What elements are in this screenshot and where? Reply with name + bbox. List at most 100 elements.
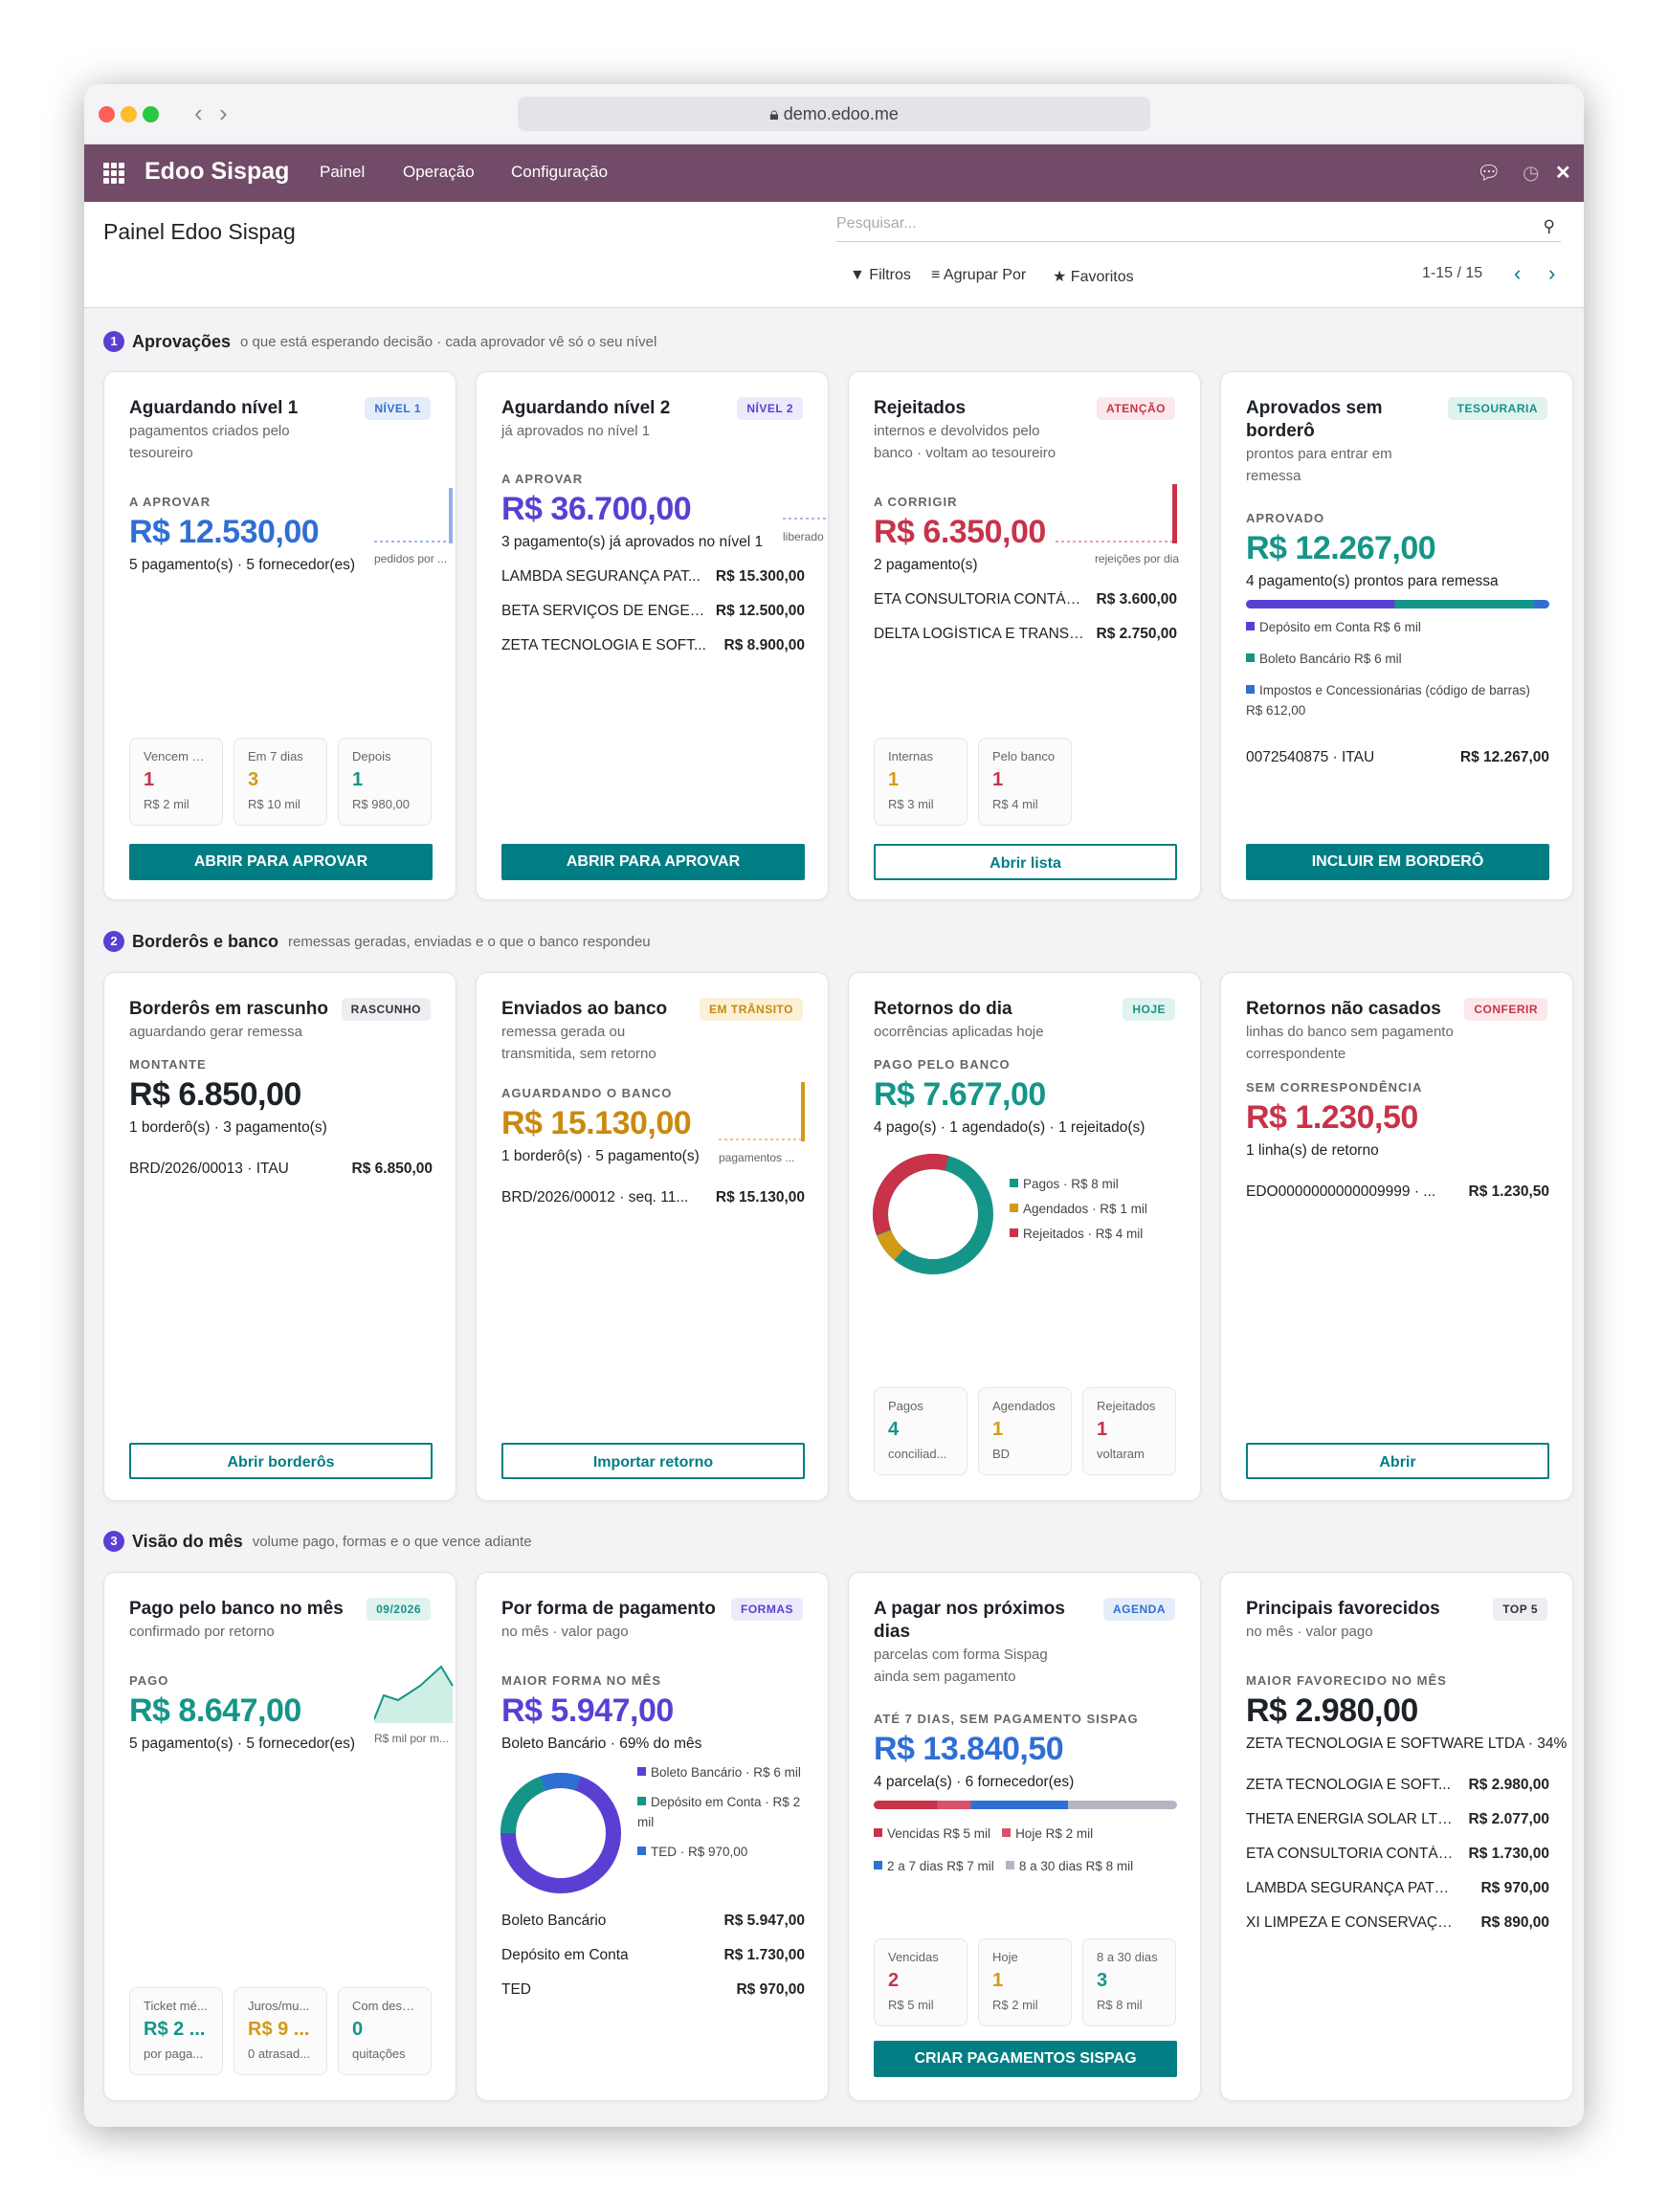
list-item[interactable]: Boleto Bancário R$ 5.947,00 (501, 1913, 805, 1935)
area-chart (374, 1665, 454, 1723)
filters-label: Filtros (869, 267, 911, 283)
list-item[interactable]: 0072540875 · ITAU R$ 12.267,00 (1246, 749, 1549, 771)
filter-icon: ▼ (850, 267, 865, 283)
list-item[interactable]: BRD/2026/00013 · ITAU R$ 6.850,00 (129, 1161, 433, 1183)
status-badge: TOP 5 (1493, 1598, 1547, 1621)
status-badge: ATENÇÃO (1097, 397, 1175, 420)
open-list-button[interactable]: Abrir lista (874, 844, 1177, 880)
stat-box: Vencem h... 1 R$ 2 mil (129, 738, 223, 826)
row-name: XI LIMPEZA E CONSERVAÇÃO ... (1246, 1914, 1457, 1931)
open-to-approve-button[interactable]: ABRIR PARA APROVAR (129, 844, 433, 880)
list-item[interactable]: EDO0000000000009999 · ... R$ 1.230,50 (1246, 1183, 1549, 1206)
card-description: remessa gerada ou transmitida, sem retor… (501, 1024, 656, 1062)
list-item[interactable]: BRD/2026/00012 · seq. 11... R$ 15.130,00 (501, 1189, 805, 1211)
legend-swatch (1010, 1204, 1018, 1212)
address-bar[interactable]: 🔒︎ demo.edoo.me (518, 97, 1150, 131)
status-badge: NÍVEL 2 (737, 397, 803, 420)
list-item[interactable]: XI LIMPEZA E CONSERVAÇÃO ... R$ 890,00 (1246, 1914, 1549, 1936)
group-by-button[interactable]: ≡ Agrupar Por (931, 267, 1026, 284)
stat-label: Internas (888, 749, 933, 763)
pager-prev-icon[interactable]: ‹ (1514, 261, 1521, 286)
open-button[interactable]: Abrir (1246, 1443, 1549, 1479)
open-borderos-button[interactable]: Abrir borderôs (129, 1443, 433, 1479)
back-arrow-icon[interactable]: ‹ (194, 99, 203, 128)
app-brand[interactable]: Edoo Sispag (145, 158, 289, 186)
include-in-bordero-button[interactable]: INCLUIR EM BORDERÔ (1246, 844, 1549, 880)
card-draft-borderos: Borderôs em rascunho aguardando gerar re… (103, 972, 456, 1501)
stat-label: Em 7 dias (248, 749, 303, 763)
card-paid-by-bank-month: Pago pelo banco no mês confirmado por re… (103, 1572, 456, 2101)
list-item[interactable]: ZETA TECNOLOGIA E SOFT... R$ 8.900,00 (501, 637, 805, 659)
legend-label: 8 a 30 dias R$ 8 mil (1018, 1859, 1134, 1873)
list-item[interactable]: Depósito em Conta R$ 1.730,00 (501, 1947, 805, 1969)
list-item[interactable]: TED R$ 970,00 (501, 1981, 805, 2003)
metric-subtext: Boleto Bancário · 69% do mês (501, 1736, 702, 1752)
create-sispag-payments-button[interactable]: CRIAR PAGAMENTOS SISPAG (874, 2041, 1177, 2077)
clock-icon[interactable]: ◷ (1523, 161, 1539, 185)
maximize-window-icon[interactable] (143, 106, 159, 122)
legend-label: Boleto Bancário R$ 6 mil (1259, 652, 1402, 666)
close-window-icon[interactable] (99, 106, 115, 122)
metric-value: R$ 1.230,50 (1246, 1099, 1418, 1136)
legend-item: TED · R$ 970,00 (637, 1842, 810, 1862)
metric-value: R$ 36.700,00 (501, 491, 692, 527)
legend-label: TED · R$ 970,00 (651, 1845, 748, 1859)
menu-operacao[interactable]: Operação (403, 163, 475, 182)
list-item[interactable]: THETA ENERGIA SOLAR LTDA R$ 2.077,00 (1246, 1811, 1549, 1833)
sparkline-chart (719, 1082, 805, 1141)
forward-arrow-icon[interactable]: › (219, 99, 228, 128)
metric-subtext: 3 pagamento(s) já aprovados no nível 1 (501, 534, 764, 550)
metric-label: AGUARDANDO O BANCO (501, 1086, 673, 1100)
stat-value: R$ 9 ... (248, 2019, 310, 2040)
legend-swatch (874, 1861, 882, 1869)
list-item[interactable]: LAMBDA SEGURANÇA PAT... R$ 15.300,00 (501, 568, 805, 590)
filters-button[interactable]: ▼ Filtros (850, 267, 911, 284)
pager-value[interactable]: 1-15 / 15 (1422, 265, 1482, 282)
list-item[interactable]: DELTA LOGÍSTICA E TRANSP... R$ 2.750,00 (874, 626, 1177, 648)
minimize-window-icon[interactable] (121, 106, 137, 122)
metric-label: A CORRIGIR (874, 495, 958, 509)
close-icon[interactable]: ✕ (1555, 161, 1571, 185)
list-item[interactable]: ETA CONSULTORIA CONTÁB... R$ 1.730,00 (1246, 1846, 1549, 1868)
open-to-approve-button[interactable]: ABRIR PARA APROVAR (501, 844, 805, 880)
search-input[interactable]: Pesquisar... ⚲ (836, 215, 1561, 242)
apps-grid-icon[interactable] (103, 163, 124, 184)
stat-box: Ticket mé... R$ 2 ... por paga... (129, 1987, 223, 2075)
list-item[interactable]: LAMBDA SEGURANÇA PATRI... R$ 970,00 (1246, 1880, 1549, 1902)
menu-painel[interactable]: Painel (320, 163, 365, 182)
row-name: BRD/2026/00012 · seq. 11... (501, 1189, 689, 1206)
search-icon[interactable]: ⚲ (1544, 217, 1555, 236)
stat-label: Com desc... (352, 1999, 417, 2013)
legend-item: Rejeitados · R$ 4 mil (1010, 1222, 1182, 1247)
list-item[interactable]: ETA CONSULTORIA CONTÁB... R$ 3.600,00 (874, 591, 1177, 613)
card-by-payment-method: Por forma de pagamento no mês · valor pa… (476, 1572, 829, 2101)
stat-value: 1 (992, 1970, 1004, 1991)
menu-configuracao[interactable]: Configuração (511, 163, 608, 182)
metric-label: SEM CORRESPONDÊNCIA (1246, 1080, 1423, 1095)
pager-next-icon[interactable]: › (1548, 261, 1555, 286)
sparkline-caption: rejeições por dia (1094, 552, 1179, 565)
search-placeholder: Pesquisar... (836, 215, 917, 232)
favorites-button[interactable]: ★ Favoritos (1053, 267, 1134, 286)
stat-value: 3 (248, 769, 259, 790)
list-item[interactable]: ZETA TECNOLOGIA E SOFT... R$ 2.980,00 (1246, 1777, 1549, 1799)
row-name: Depósito em Conta (501, 1947, 629, 1963)
legend-swatch (637, 1797, 646, 1805)
row-value: R$ 970,00 (736, 1981, 805, 1998)
stat-box: Hoje 1 R$ 2 mil (978, 1938, 1072, 2026)
metric-value: R$ 2.980,00 (1246, 1692, 1418, 1729)
metric-label: MONTANTE (129, 1057, 207, 1072)
section-title: Aprovações (132, 331, 232, 351)
list-item[interactable]: BETA SERVIÇOS DE ENGEN... R$ 12.500,00 (501, 603, 805, 625)
sparkline-chart (374, 488, 453, 543)
donut-chart (873, 1154, 993, 1274)
metric-value: R$ 7.677,00 (874, 1076, 1046, 1113)
stat-value: 1 (352, 769, 364, 790)
legend-label: Boleto Bancário · R$ 6 mil (651, 1765, 801, 1780)
status-badge: NÍVEL 1 (365, 397, 431, 420)
card-description: internos e devolvidos pelo banco · volta… (874, 423, 1056, 461)
chat-icon[interactable]: 💬︎ (1477, 161, 1501, 185)
card-top-payees: Principais favorecidos no mês · valor pa… (1220, 1572, 1573, 2101)
import-return-button[interactable]: Importar retorno (501, 1443, 805, 1479)
browser-chrome: ‹ › 🔒︎ demo.edoo.me (84, 84, 1584, 144)
